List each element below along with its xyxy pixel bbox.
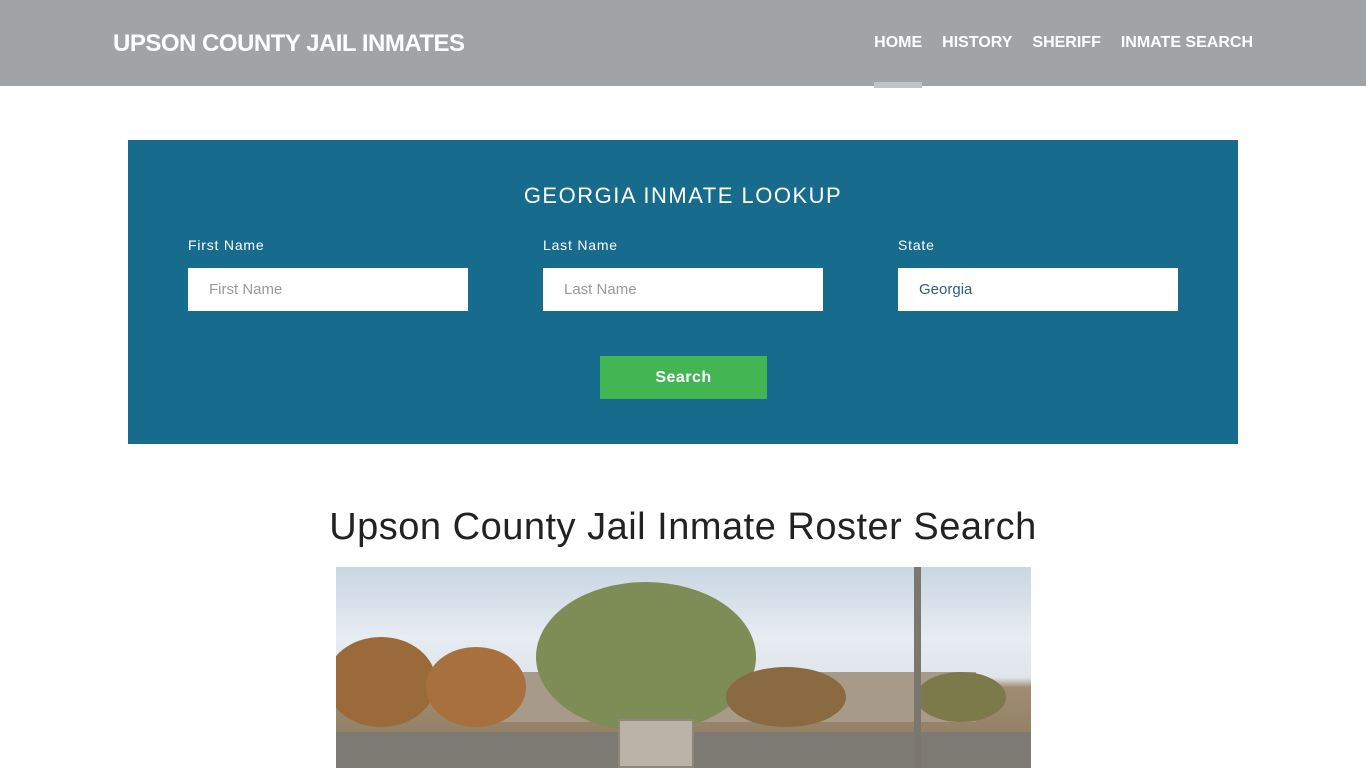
nav-history[interactable]: HISTORY [942, 34, 1012, 52]
last-name-input[interactable] [543, 268, 823, 311]
lookup-title: GEORGIA INMATE LOOKUP [523, 183, 843, 208]
state-group: State [898, 237, 1178, 311]
first-name-label: First Name [188, 237, 265, 253]
main-menu: HOME HISTORY SHERIFF INMATE SEARCH [874, 34, 1253, 88]
first-name-input[interactable] [188, 268, 468, 311]
last-name-group: Last Name [543, 237, 823, 311]
jail-building-photo [336, 567, 1031, 768]
state-label: State [898, 237, 935, 253]
site-brand[interactable]: UPSON COUNTY JAIL INMATES [113, 30, 465, 58]
page-title: Upson County Jail Inmate Roster Search [329, 506, 1037, 548]
last-name-label: Last Name [543, 237, 618, 253]
nav-inmate-search[interactable]: INMATE SEARCH [1121, 34, 1253, 52]
inmate-lookup-form: GEORGIA INMATE LOOKUP First Name Last Na… [128, 140, 1238, 444]
tree [426, 647, 526, 727]
utility-pole [914, 567, 921, 768]
tree [726, 667, 846, 727]
tree [536, 582, 756, 732]
state-input[interactable] [898, 268, 1178, 311]
nav-sheriff[interactable]: SHERIFF [1032, 34, 1100, 52]
first-name-group: First Name [188, 237, 468, 311]
tree [336, 637, 436, 727]
search-button[interactable]: Search [600, 356, 767, 399]
top-navbar: UPSON COUNTY JAIL INMATES HOME HISTORY S… [0, 0, 1366, 88]
tree [916, 672, 1006, 722]
nav-home[interactable]: HOME [874, 34, 923, 88]
sheriff-office-sign [618, 719, 694, 768]
